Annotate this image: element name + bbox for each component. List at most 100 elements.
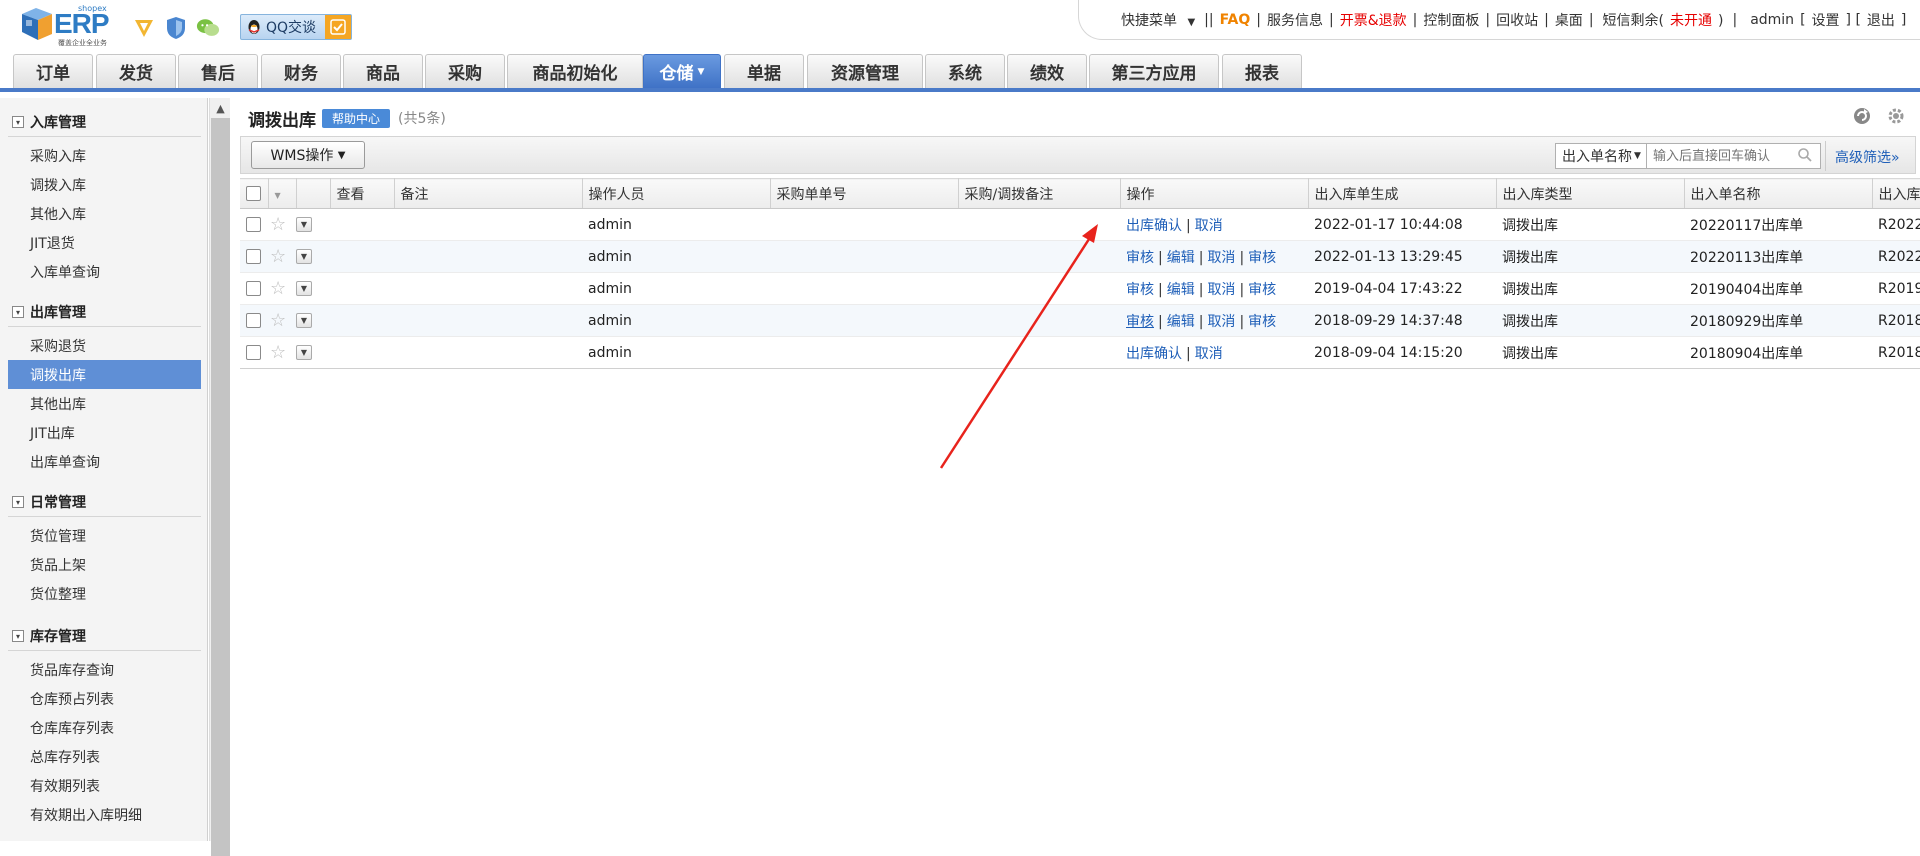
tab-warehouse[interactable]: 仓储 ▼ [643, 54, 721, 88]
col-remark[interactable]: 备注 [394, 178, 583, 209]
cancel-link[interactable]: 取消 [1207, 314, 1235, 330]
col-name[interactable]: 出入单名称 [1684, 178, 1873, 209]
sidebar-item-purchase-inbound[interactable]: 采购入库 [8, 141, 201, 170]
table-row[interactable]: ☆ ▼ admin 审核 | 编辑 | 取消 | 审核 2019-04-04 17:43:2… [240, 272, 1920, 305]
filter-search-input[interactable] [1647, 143, 1821, 169]
cancel-link[interactable]: 取消 [1207, 250, 1235, 266]
sidebar-item-transfer-outbound[interactable]: 调拨出库 [8, 360, 201, 389]
edit-link[interactable]: 编辑 [1167, 314, 1195, 330]
expand-row-icon[interactable]: ▼ [296, 281, 312, 296]
sidebar-item-expiry-detail[interactable]: 有效期出入库明细 [8, 800, 201, 829]
row-checkbox[interactable] [246, 313, 261, 328]
review-link[interactable]: 审核 [1126, 314, 1154, 330]
sidebar-section-header[interactable]: ▾ 出库管理 [8, 298, 201, 326]
review-link[interactable]: 审核 [1248, 314, 1276, 330]
table-row[interactable]: ☆ ▼ admin 审核 | 编辑 | 取消 | 审核 2022-01-13 13:29:4… [240, 240, 1920, 273]
cancel-link[interactable]: 取消 [1207, 282, 1235, 298]
sidebar-section-header[interactable]: ▾ 库存管理 [8, 622, 201, 650]
star-icon[interactable]: ☆ [270, 214, 286, 235]
sidebar-item-jit-return[interactable]: JIT退货 [8, 228, 201, 257]
table-row[interactable]: ☆ ▼ admin 出库确认 | 取消 2022-01-17 10:44:08 调拨… [240, 208, 1920, 241]
col-actions[interactable]: 操作 [1120, 178, 1309, 209]
desktop-link[interactable]: 桌面 [1555, 10, 1583, 30]
help-center-link[interactable]: 帮助中心 [322, 108, 391, 128]
sidebar-item-stock-query[interactable]: 货品库存查询 [8, 655, 201, 684]
col-doc-no[interactable]: 出入库单 [1872, 178, 1920, 209]
tab-third-party[interactable]: 第三方应用 [1089, 54, 1219, 88]
erp-logo[interactable]: shopex ERP 覆盖企业全业务 [18, 4, 114, 47]
invoice-refund-link[interactable]: 开票&退款 [1340, 10, 1407, 30]
tab-documents[interactable]: 单据 [724, 54, 804, 88]
sidebar-item-other-inbound[interactable]: 其他入库 [8, 199, 201, 228]
sidebar-item-location-mgmt[interactable]: 货位管理 [8, 521, 201, 550]
star-icon[interactable]: ☆ [270, 246, 286, 267]
qq-chat-button[interactable]: QQ交谈 [240, 14, 352, 40]
tab-resources[interactable]: 资源管理 [807, 54, 923, 88]
edit-link[interactable]: 编辑 [1167, 250, 1195, 266]
faq-link[interactable]: FAQ [1220, 12, 1251, 28]
cancel-link[interactable]: 取消 [1195, 218, 1223, 234]
search-icon[interactable] [1797, 147, 1815, 165]
col-type[interactable]: 出入库类型 [1496, 178, 1685, 209]
tab-shipping[interactable]: 发货 [96, 54, 176, 88]
service-info-link[interactable]: 服务信息 [1267, 10, 1323, 30]
scroll-up-icon[interactable]: ▲ [210, 98, 231, 118]
settings-link[interactable]: 设置 [1812, 10, 1840, 30]
sidebar-item-outbound-query[interactable]: 出库单查询 [8, 447, 201, 476]
row-checkbox[interactable] [246, 281, 261, 296]
sidebar-item-expiry-list[interactable]: 有效期列表 [8, 771, 201, 800]
star-icon[interactable]: ☆ [270, 310, 286, 331]
confirm-outbound-link[interactable]: 出库确认 [1126, 218, 1182, 234]
sidebar-item-total-stock[interactable]: 总库存列表 [8, 742, 201, 771]
tab-after-sales[interactable]: 售后 [178, 54, 258, 88]
sidebar-scrollbar[interactable]: ▲ [209, 98, 231, 856]
sidebar-item-jit-outbound[interactable]: JIT出库 [8, 418, 201, 447]
cancel-link[interactable]: 取消 [1195, 346, 1223, 362]
sidebar-item-location-tidy[interactable]: 货位整理 [8, 579, 201, 608]
tab-reports[interactable]: 报表 [1222, 54, 1302, 88]
sidebar-item-transfer-inbound[interactable]: 调拨入库 [8, 170, 201, 199]
expand-row-icon[interactable]: ▼ [296, 345, 312, 360]
tab-purchasing[interactable]: 采购 [425, 54, 505, 88]
vip-icon[interactable] [132, 16, 156, 40]
quick-menu-dropdown[interactable]: 快捷菜单 ▼ [1118, 10, 1198, 30]
shield-icon[interactable] [164, 16, 188, 40]
tab-finance[interactable]: 财务 [261, 54, 341, 88]
recycle-bin-link[interactable]: 回收站 [1496, 10, 1538, 30]
filter-field-select[interactable]: 出入单名称 ▼ [1555, 143, 1647, 169]
col-purchase-no[interactable]: 采购单单号 [770, 178, 959, 209]
sort-header[interactable]: ▼ [268, 178, 297, 209]
expand-row-icon[interactable]: ▼ [296, 249, 312, 264]
sidebar-item-reserved-list[interactable]: 仓库预占列表 [8, 684, 201, 713]
row-checkbox[interactable] [246, 345, 261, 360]
row-checkbox[interactable] [246, 217, 261, 232]
tab-orders[interactable]: 订单 [13, 54, 93, 88]
sidebar-item-inbound-query[interactable]: 入库单查询 [8, 257, 201, 286]
tab-product-init[interactable]: 商品初始化 [507, 54, 643, 88]
advanced-filter-link[interactable]: 高级筛选» [1835, 147, 1900, 167]
col-created-time[interactable]: 出入库单生成 [1308, 178, 1497, 209]
review-link[interactable]: 审核 [1248, 250, 1276, 266]
star-icon[interactable]: ☆ [270, 278, 286, 299]
confirm-outbound-link[interactable]: 出库确认 [1126, 346, 1182, 362]
review-link[interactable]: 审核 [1248, 282, 1276, 298]
table-row[interactable]: ☆ ▼ admin 出库确认 | 取消 2018-09-04 14:15:20 调拨… [240, 336, 1920, 369]
scrollbar-thumb[interactable] [211, 118, 230, 856]
select-all-header[interactable] [240, 178, 269, 209]
sidebar-section-header[interactable]: ▾ 日常管理 [8, 488, 201, 516]
expand-row-icon[interactable]: ▼ [296, 313, 312, 328]
review-link[interactable]: 审核 [1126, 250, 1154, 266]
expand-row-icon[interactable]: ▼ [296, 217, 312, 232]
sidebar-section-header[interactable]: ▾ 入库管理 [8, 108, 201, 136]
tab-system[interactable]: 系统 [925, 54, 1005, 88]
control-panel-link[interactable]: 控制面板 [1423, 10, 1479, 30]
row-checkbox[interactable] [246, 249, 261, 264]
refresh-icon[interactable] [1852, 106, 1872, 130]
col-operator[interactable]: 操作人员 [582, 178, 771, 209]
tab-performance[interactable]: 绩效 [1007, 54, 1087, 88]
logout-link[interactable]: 退出 [1867, 10, 1895, 30]
settings-gear-icon[interactable] [1886, 106, 1906, 130]
sidebar-item-shelving[interactable]: 货品上架 [8, 550, 201, 579]
table-row[interactable]: ☆ ▼ admin 审核 | 编辑 | 取消 | 审核 2018-09-29 14:37:4… [240, 304, 1920, 337]
col-transfer-remark[interactable]: 采购/调拨备注 [958, 178, 1121, 209]
